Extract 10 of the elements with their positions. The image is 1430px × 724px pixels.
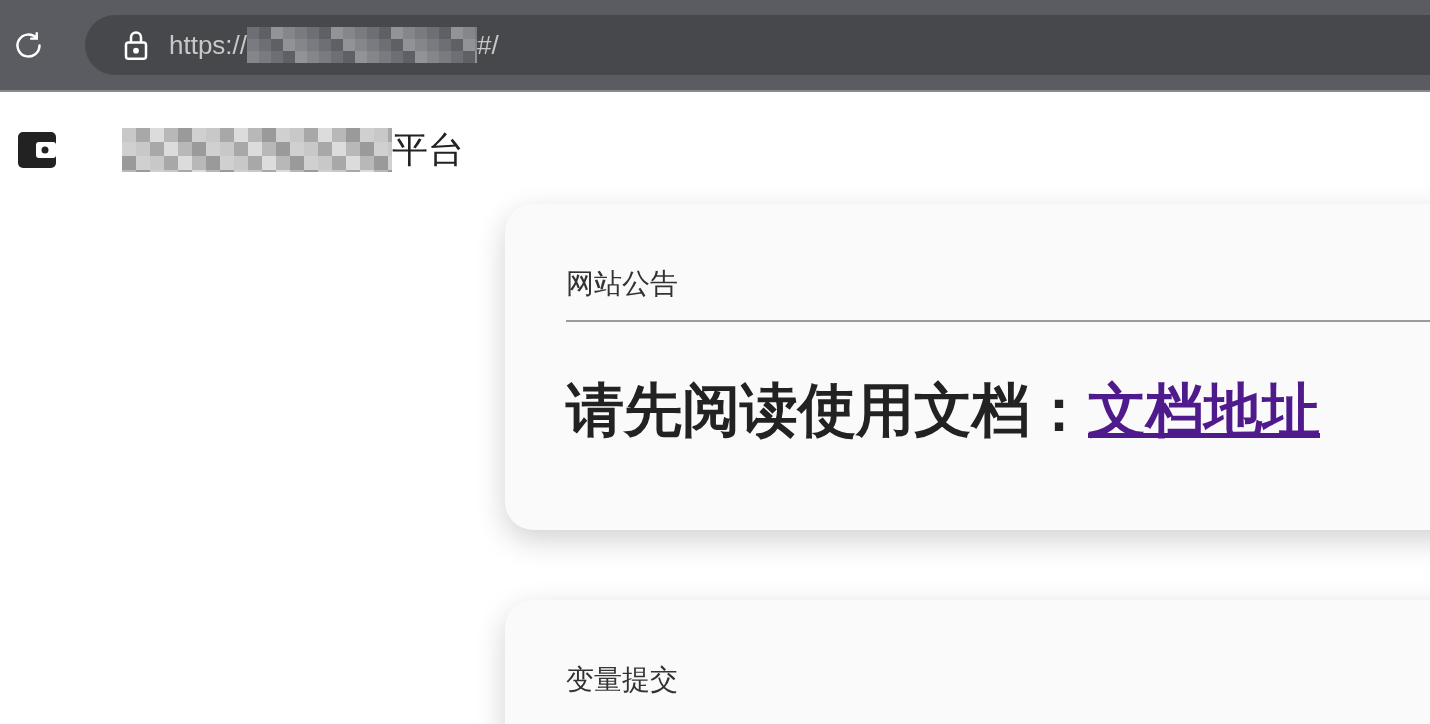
url-text: #/ (477, 28, 499, 62)
wallet-icon (18, 132, 56, 168)
address-bar[interactable]: https:// #/ (85, 15, 1430, 75)
lock-icon[interactable] (123, 30, 149, 60)
docs-link[interactable]: 文档地址 (1088, 374, 1320, 446)
site-title: 平台 (392, 128, 464, 172)
card-title: 变量提交 (566, 663, 679, 697)
card-title: 网站公告 (566, 267, 679, 301)
notice-heading: 请先阅读使用文档： (566, 376, 1088, 444)
url-text: https:// (169, 28, 248, 62)
